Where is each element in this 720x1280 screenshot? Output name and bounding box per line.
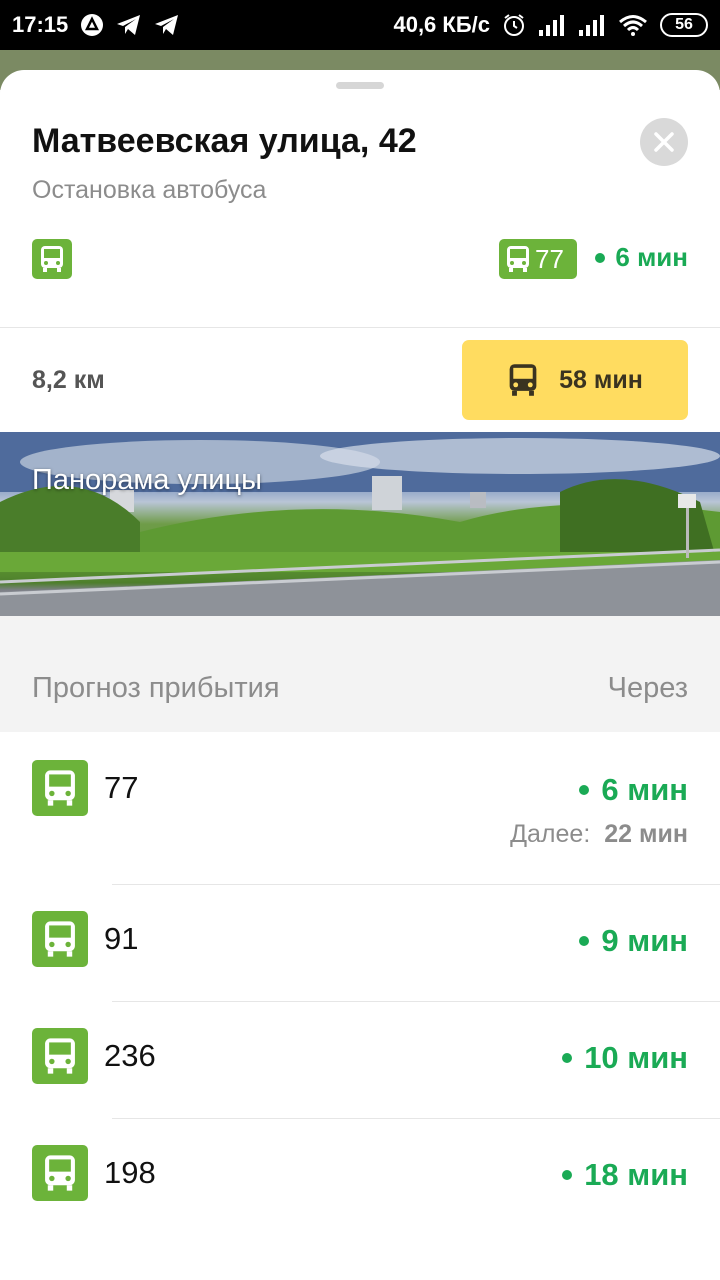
live-dot-icon bbox=[562, 1170, 573, 1180]
bus-icon bbox=[32, 911, 88, 967]
live-dot-icon bbox=[579, 785, 590, 795]
close-icon bbox=[654, 132, 674, 152]
wifi-icon bbox=[618, 14, 648, 36]
drag-handle[interactable] bbox=[336, 82, 384, 89]
telegram-icon bbox=[154, 14, 180, 36]
forecast-column-label: Через bbox=[607, 672, 688, 704]
bus-icon bbox=[32, 1028, 88, 1084]
route-number: 77 bbox=[104, 770, 139, 805]
stop-title: Матвеевская улица, 42 bbox=[32, 122, 417, 160]
list-item[interactable]: 77 6 мин Далее: 22 мин bbox=[0, 732, 720, 884]
signal-icon bbox=[578, 14, 606, 36]
network-speed: 40,6 КБ/с bbox=[393, 12, 490, 37]
route-eta-text: 6 мин bbox=[601, 772, 688, 807]
route-time: 58 мин bbox=[559, 365, 643, 394]
route-number: 198 bbox=[104, 1155, 156, 1190]
forecast-header: Прогноз прибытия Через bbox=[0, 616, 720, 732]
route-eta-text: 9 мин bbox=[601, 923, 688, 958]
bus-type-icon bbox=[32, 239, 72, 279]
stop-card: Матвеевская улица, 42 Остановка автобуса… bbox=[0, 70, 720, 1280]
battery-level: 56 bbox=[675, 16, 693, 33]
list-item[interactable]: 198 18 мин bbox=[0, 1119, 720, 1234]
distance: 8,2 км bbox=[32, 366, 105, 394]
status-bar: 17:15 40,6 КБ/с 56 bbox=[0, 0, 720, 50]
close-button[interactable] bbox=[640, 118, 688, 166]
route-eta: 6 мин bbox=[579, 772, 688, 808]
list-item[interactable]: 236 10 мин bbox=[0, 1002, 720, 1118]
list-item[interactable]: 91 9 мин bbox=[0, 885, 720, 1001]
nearest-route-number: 77 bbox=[535, 243, 564, 274]
street-panorama[interactable]: Панорама улицы bbox=[0, 432, 720, 616]
forecast-title: Прогноз прибытия bbox=[32, 672, 280, 704]
route-eta: 10 мин bbox=[562, 1040, 688, 1076]
status-time: 17:15 bbox=[12, 12, 69, 37]
nearest-eta: 6 мин bbox=[595, 242, 688, 273]
route-transit-button[interactable]: 58 мин bbox=[462, 340, 688, 420]
route-eta: 9 мин bbox=[579, 923, 688, 959]
route-next-arrival: Далее: 22 мин bbox=[510, 820, 688, 849]
telegram-icon bbox=[116, 14, 142, 36]
live-dot-icon bbox=[595, 252, 606, 263]
bus-icon bbox=[507, 246, 529, 272]
panorama-label: Панорама улицы bbox=[32, 464, 262, 496]
panorama-image bbox=[0, 432, 720, 616]
bus-icon bbox=[509, 364, 537, 396]
route-eta: 18 мин bbox=[562, 1157, 688, 1193]
route-eta-text: 18 мин bbox=[584, 1157, 688, 1192]
stop-subtitle: Остановка автобуса bbox=[32, 176, 267, 204]
bus-icon bbox=[32, 1145, 88, 1201]
route-number: 236 bbox=[104, 1038, 156, 1073]
battery-icon: 56 bbox=[660, 13, 708, 37]
arrival-list: 77 6 мин Далее: 22 мин 91 9 мин 236 10 м… bbox=[0, 732, 720, 1234]
live-dot-icon bbox=[579, 936, 590, 946]
app-icon bbox=[80, 13, 104, 37]
nearest-eta-text: 6 мин bbox=[615, 242, 688, 272]
live-dot-icon bbox=[562, 1053, 573, 1063]
alarm-icon bbox=[502, 13, 526, 37]
signal-icon bbox=[538, 14, 566, 36]
bus-icon bbox=[32, 760, 88, 816]
next-label: Далее: bbox=[510, 820, 591, 848]
next-time: 22 мин bbox=[604, 820, 688, 848]
route-number: 91 bbox=[104, 921, 139, 956]
divider bbox=[0, 327, 720, 328]
nearest-route-chip[interactable]: 77 bbox=[499, 239, 577, 279]
route-eta-text: 10 мин bbox=[584, 1040, 688, 1075]
